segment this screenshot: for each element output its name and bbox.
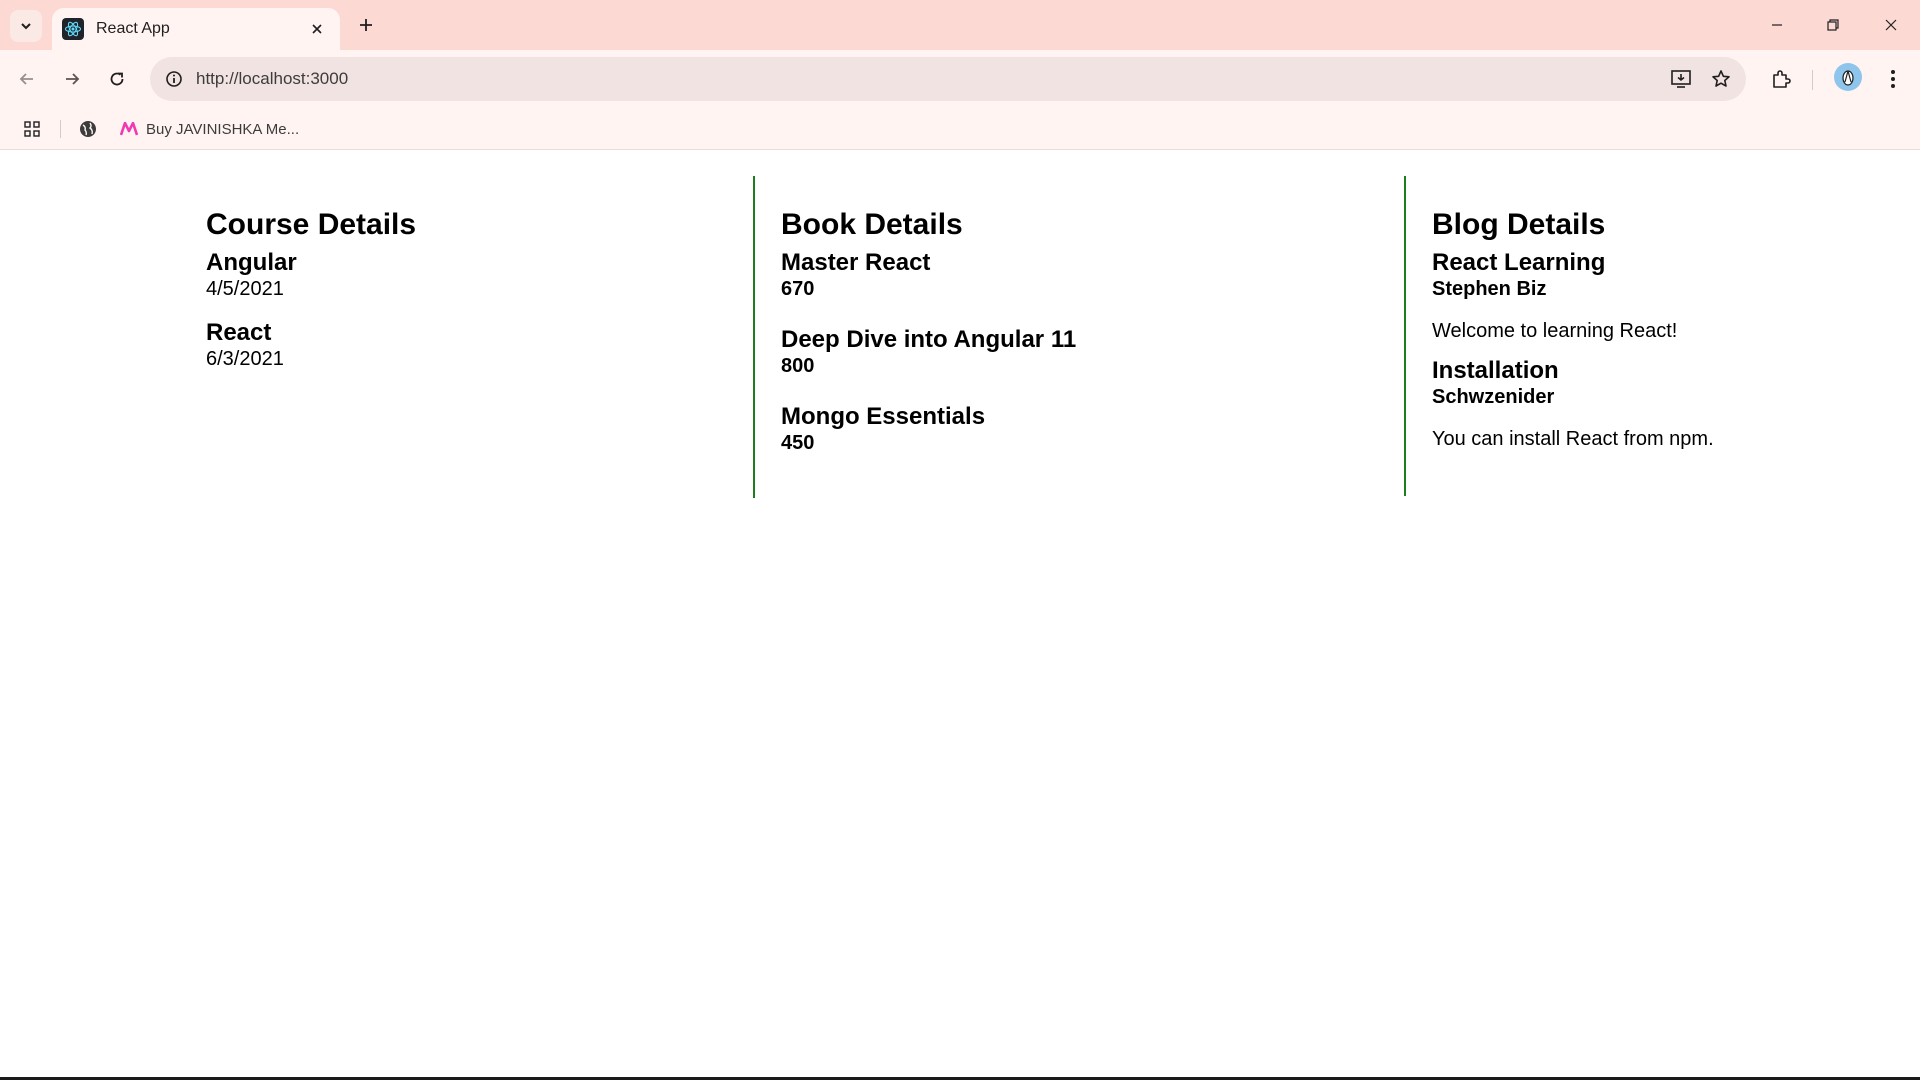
course-item: React 6/3/2021 — [206, 319, 746, 371]
forward-button[interactable] — [57, 64, 87, 94]
star-icon[interactable] — [1706, 64, 1736, 94]
course-name: React — [206, 319, 272, 346]
blog-body: Welcome to learning React! — [1432, 320, 1678, 342]
toolbar-divider — [1812, 70, 1813, 90]
blog-item: Installation Schwzenider You can install… — [1432, 357, 1884, 451]
browser-toolbar: http://localhost:3000 — [0, 50, 1920, 108]
bookmark-myntra[interactable]: Buy JAVINISHKA Me... — [120, 117, 299, 141]
reload-icon — [110, 72, 124, 86]
course-details-section: Course Details Angular 4/5/2021 React 6/… — [206, 176, 746, 389]
course-date: 6/3/2021 — [206, 348, 284, 370]
page-content: Course Details Angular 4/5/2021 React 6/… — [0, 151, 1920, 1077]
book-heading: Book Details — [781, 208, 963, 241]
browser-menu-button[interactable] — [1878, 64, 1908, 94]
blog-item: React Learning Stephen Biz Welcome to le… — [1432, 249, 1884, 343]
address-bar[interactable]: http://localhost:3000 — [150, 57, 1746, 101]
course-item: Angular 4/5/2021 — [206, 249, 746, 301]
install-app-icon[interactable] — [1666, 64, 1696, 94]
blog-details-section: Blog Details React Learning Stephen Biz … — [1404, 176, 1884, 496]
bookmarks-separator — [60, 120, 61, 138]
close-tab-button[interactable] — [306, 18, 328, 40]
arrow-left-icon — [19, 73, 33, 85]
book-price: 450 — [781, 432, 815, 454]
blog-body: You can install React from npm. — [1432, 428, 1714, 450]
blog-title: React Learning — [1432, 249, 1606, 276]
book-details-section: Book Details Master React 670 Deep Dive … — [753, 176, 1405, 498]
globe-icon — [80, 121, 96, 137]
globe-bookmark[interactable] — [78, 117, 98, 141]
apps-grid-icon[interactable] — [20, 117, 44, 141]
new-tab-button[interactable] — [352, 11, 380, 39]
course-name: Angular — [206, 249, 297, 276]
penguin-avatar-icon — [1842, 70, 1854, 86]
bookmarks-bar: Buy JAVINISHKA Me... — [0, 108, 1920, 150]
tab-search-button[interactable] — [10, 10, 42, 42]
restore-button[interactable] — [1816, 8, 1850, 42]
puzzle-icon — [1773, 70, 1791, 88]
chevron-down-icon — [21, 23, 31, 30]
profile-avatar[interactable] — [1834, 63, 1862, 91]
blog-heading: Blog Details — [1432, 208, 1606, 241]
tab-strip: React App — [0, 0, 1920, 50]
book-name: Mongo Essentials — [781, 403, 986, 430]
minimize-button[interactable] — [1760, 8, 1794, 42]
info-icon[interactable] — [162, 67, 186, 91]
blog-title: Installation — [1432, 357, 1559, 384]
book-item: Deep Dive into Angular 11 800 — [781, 326, 1405, 378]
book-item: Mongo Essentials 450 — [781, 403, 1405, 455]
react-logo-icon — [62, 18, 84, 40]
url-text[interactable]: http://localhost:3000 — [196, 69, 1666, 89]
course-heading: Course Details — [206, 208, 417, 241]
close-icon — [312, 24, 322, 34]
bookmark-label: Buy JAVINISHKA Me... — [146, 120, 300, 138]
close-window-button[interactable] — [1874, 8, 1908, 42]
back-button[interactable] — [12, 64, 42, 94]
tab-title: React App — [96, 20, 170, 37]
arrow-right-icon — [66, 73, 80, 85]
book-name: Deep Dive into Angular 11 — [781, 326, 1077, 353]
minimize-icon — [1772, 24, 1782, 26]
course-date: 4/5/2021 — [206, 278, 284, 300]
plus-icon — [360, 19, 372, 31]
myntra-logo-icon — [120, 122, 138, 136]
kebab-menu-icon — [1891, 70, 1895, 88]
browser-tab[interactable]: React App — [52, 8, 340, 50]
blog-author: Schwzenider — [1432, 386, 1555, 408]
extensions-button[interactable] — [1766, 64, 1796, 94]
book-price: 800 — [781, 355, 815, 377]
book-item: Master React 670 — [781, 249, 1405, 301]
close-icon — [1885, 19, 1897, 31]
book-price: 670 — [781, 278, 815, 300]
blog-author: Stephen Biz — [1432, 278, 1547, 300]
reload-button[interactable] — [102, 64, 132, 94]
restore-icon — [1827, 19, 1839, 31]
book-name: Master React — [781, 249, 931, 276]
